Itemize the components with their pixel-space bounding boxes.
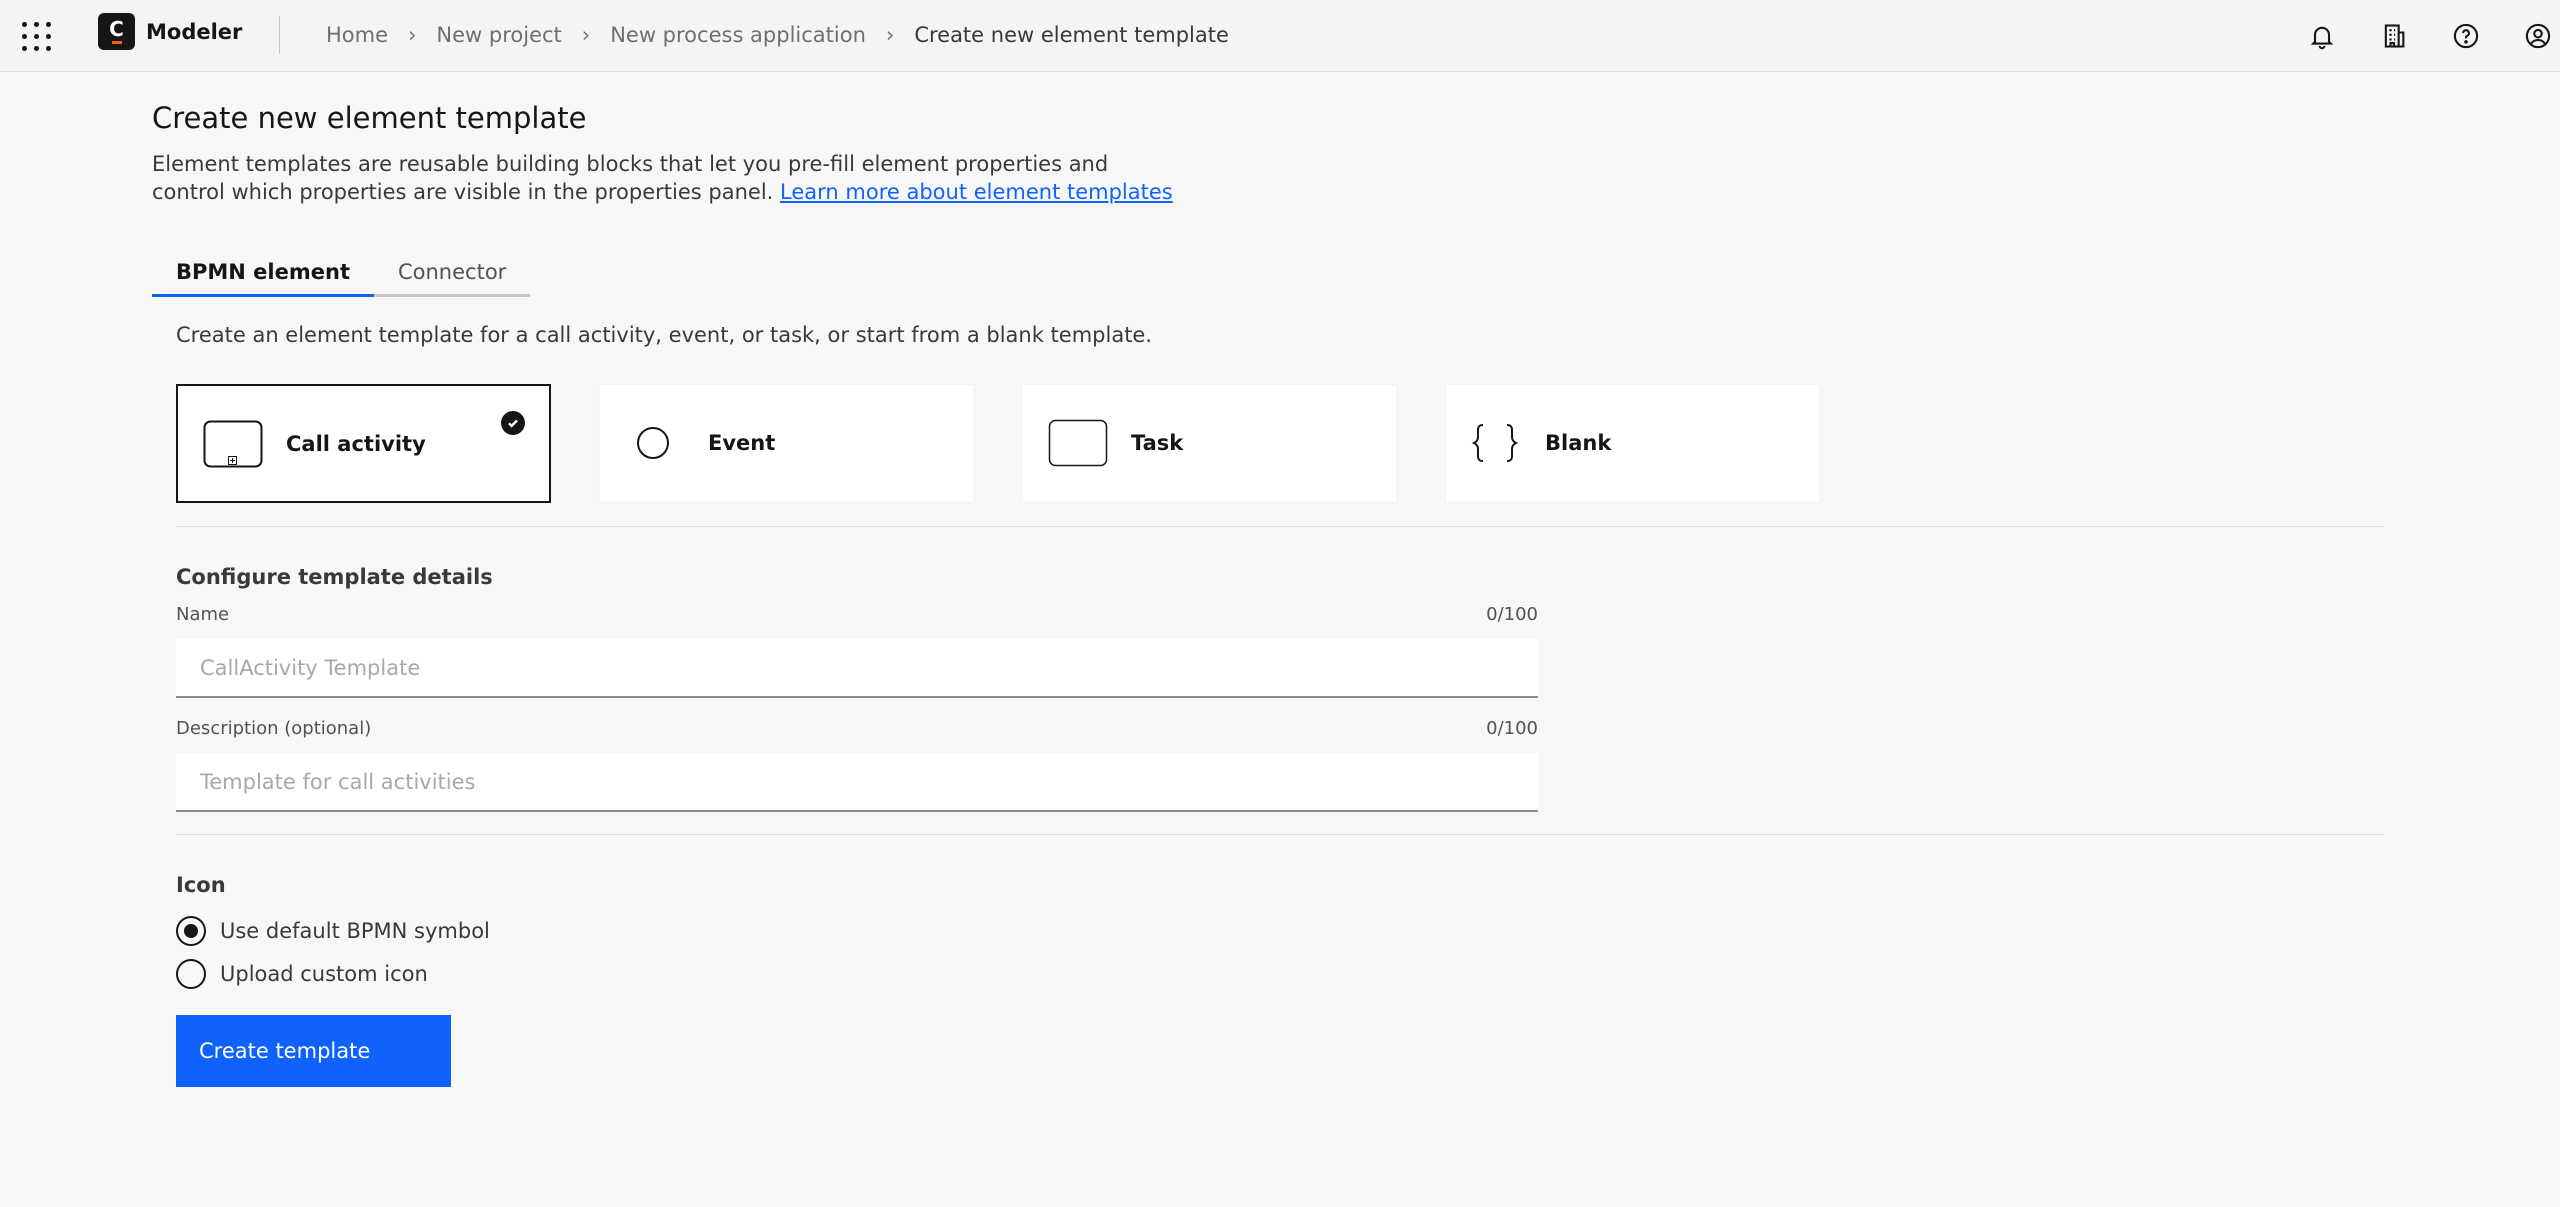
tab-description: Create an element template for a call ac…	[176, 323, 1153, 347]
task-rect-icon	[1048, 419, 1108, 467]
top-header: C Modeler Home › New project › New proce…	[0, 0, 2560, 72]
app-switcher-grid-icon[interactable]	[19, 19, 53, 53]
user-avatar-icon[interactable]	[2516, 14, 2560, 58]
logo-letter: C	[109, 17, 124, 41]
description-label: Description (optional)	[176, 718, 372, 739]
camunda-logo[interactable]: C	[98, 13, 135, 50]
breadcrumb-separator: ›	[581, 23, 591, 47]
tile-label: Event	[708, 431, 776, 455]
name-label: Name	[176, 604, 230, 625]
section-title-details: Configure template details	[176, 565, 493, 589]
breadcrumb-process-application[interactable]: New process application	[610, 23, 866, 47]
element-type-tiles: Call activity Event Task Blank	[176, 384, 1868, 503]
section-divider	[176, 526, 2384, 527]
radio-button[interactable]	[176, 959, 206, 989]
tab-connector[interactable]: Connector	[373, 250, 531, 297]
breadcrumb-separator: ›	[885, 23, 895, 47]
breadcrumb-separator: ›	[408, 23, 417, 47]
tile-event[interactable]: Event	[599, 384, 974, 503]
name-char-count: 0/100	[1486, 604, 1538, 625]
breadcrumb-home[interactable]: Home	[326, 23, 388, 47]
tile-label: Blank	[1545, 431, 1612, 455]
radio-button-checked[interactable]	[176, 916, 206, 946]
description-input[interactable]	[176, 753, 1538, 812]
radio-upload-custom-icon[interactable]: Upload custom icon	[176, 959, 428, 989]
help-icon[interactable]	[2444, 14, 2488, 58]
call-activity-icon	[203, 420, 263, 468]
page-title: Create new element template	[152, 101, 587, 135]
radio-default-bpmn-symbol[interactable]: Use default BPMN symbol	[176, 916, 490, 946]
tile-label: Call activity	[286, 432, 426, 456]
tile-task[interactable]: Task	[1022, 384, 1397, 503]
bell-icon[interactable]	[2300, 14, 2344, 58]
radio-label: Use default BPMN symbol	[220, 919, 490, 943]
checkmark-icon	[501, 411, 525, 435]
building-icon[interactable]	[2372, 14, 2416, 58]
breadcrumb: Home › New project › New process applica…	[326, 23, 1229, 47]
template-type-tabs: BPMN element Connector	[152, 250, 531, 297]
create-template-button[interactable]: Create template	[176, 1015, 451, 1087]
section-title-icon: Icon	[176, 873, 226, 897]
learn-more-link[interactable]: Learn more about element templates	[780, 180, 1173, 204]
page-intro: Element templates are reusable building …	[152, 150, 1182, 206]
header-divider	[279, 16, 280, 54]
tab-bpmn-element[interactable]: BPMN element	[152, 250, 374, 297]
tile-label: Task	[1131, 431, 1184, 455]
header-actions	[2272, 14, 2560, 58]
description-char-count: 0/100	[1486, 718, 1538, 739]
tile-call-activity[interactable]: Call activity	[176, 384, 551, 503]
section-divider	[176, 834, 2384, 835]
breadcrumb-project[interactable]: New project	[436, 23, 561, 47]
event-circle-icon	[637, 427, 669, 459]
radio-label: Upload custom icon	[220, 962, 428, 986]
tile-blank[interactable]: Blank	[1445, 384, 1820, 503]
breadcrumb-current: Create new element template	[914, 23, 1229, 47]
curly-braces-icon	[1471, 424, 1519, 462]
name-input[interactable]	[176, 639, 1538, 698]
app-name[interactable]: Modeler	[146, 20, 242, 44]
